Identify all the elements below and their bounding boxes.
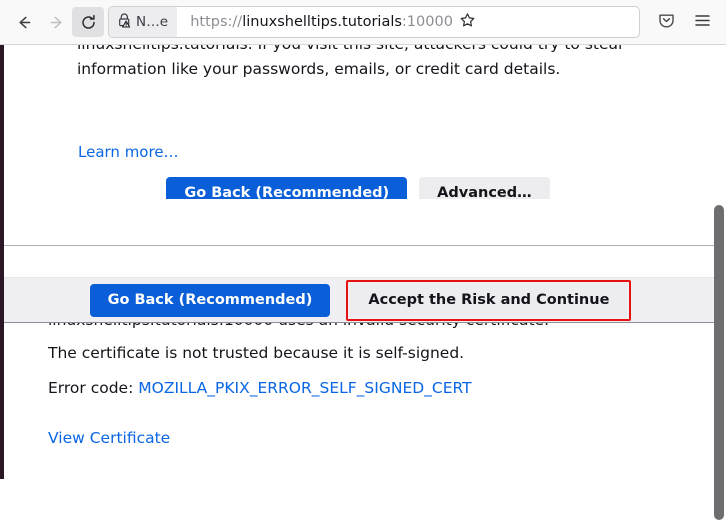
bookmark-button[interactable]: [453, 7, 483, 37]
warning-button-row: Go Back (Recommended) Advanced…: [4, 177, 712, 199]
lock-warning-icon: [117, 12, 132, 32]
hamburger-menu-icon: [693, 11, 712, 34]
vertical-scrollbar[interactable]: [712, 45, 726, 520]
arrow-left-icon: [16, 14, 33, 31]
error-code-link[interactable]: MOZILLA_PKIX_ERROR_SELF_SIGNED_CERT: [138, 379, 471, 397]
url-text[interactable]: https://linuxshelltips.tutorials:10000: [177, 15, 453, 30]
warning-body-text: linuxshelltips.tutorials. If you visit t…: [77, 45, 647, 82]
url-scheme: https://: [190, 14, 243, 30]
warning-go-back-button[interactable]: Go Back (Recommended): [166, 177, 408, 199]
page-left-edge: [0, 45, 4, 479]
page-viewport: linuxshelltips.tutorials. If you visit t…: [0, 45, 726, 520]
accept-risk-highlight: Accept the Risk and Continue: [346, 279, 632, 321]
warning-body-line-2: like your passwords, emails, or credit c…: [171, 60, 561, 78]
site-identity-indicator[interactable]: N…e: [109, 7, 178, 37]
cert-go-back-button[interactable]: Go Back (Recommended): [89, 283, 331, 317]
cert-untrusted-message: The certificate is not trusted because i…: [48, 344, 465, 362]
arrow-right-icon: [48, 14, 65, 31]
certificate-footer-bar: Go Back (Recommended) Accept the Risk an…: [4, 277, 718, 323]
scrollbar-thumb[interactable]: [714, 205, 724, 520]
view-certificate-link[interactable]: View Certificate: [48, 429, 170, 447]
advanced-button[interactable]: Advanced…: [419, 177, 550, 199]
pocket-save-icon: [657, 11, 676, 34]
back-button[interactable]: [8, 7, 40, 37]
browser-toolbar: N…e https://linuxshelltips.tutorials:100…: [0, 0, 726, 45]
accept-risk-button[interactable]: Accept the Risk and Continue: [350, 283, 628, 317]
url-host: linuxshelltips.tutorials: [242, 14, 402, 30]
url-port: :10000: [401, 14, 453, 30]
error-code-label: Error code:: [48, 379, 139, 397]
pocket-button[interactable]: [650, 7, 682, 37]
security-warning-section: linuxshelltips.tutorials. If you visit t…: [4, 45, 712, 199]
forward-button[interactable]: [40, 7, 72, 37]
reload-icon: [80, 14, 97, 31]
site-identity-label: N…e: [136, 14, 169, 30]
cert-error-code-row: Error code: MOZILLA_PKIX_ERROR_SELF_SIGN…: [48, 379, 472, 397]
address-bar[interactable]: N…e https://linuxshelltips.tutorials:100…: [108, 6, 640, 38]
reload-button[interactable]: [72, 7, 104, 37]
app-menu-button[interactable]: [686, 7, 718, 37]
star-icon: [459, 12, 476, 33]
learn-more-link[interactable]: Learn more…: [78, 143, 179, 161]
